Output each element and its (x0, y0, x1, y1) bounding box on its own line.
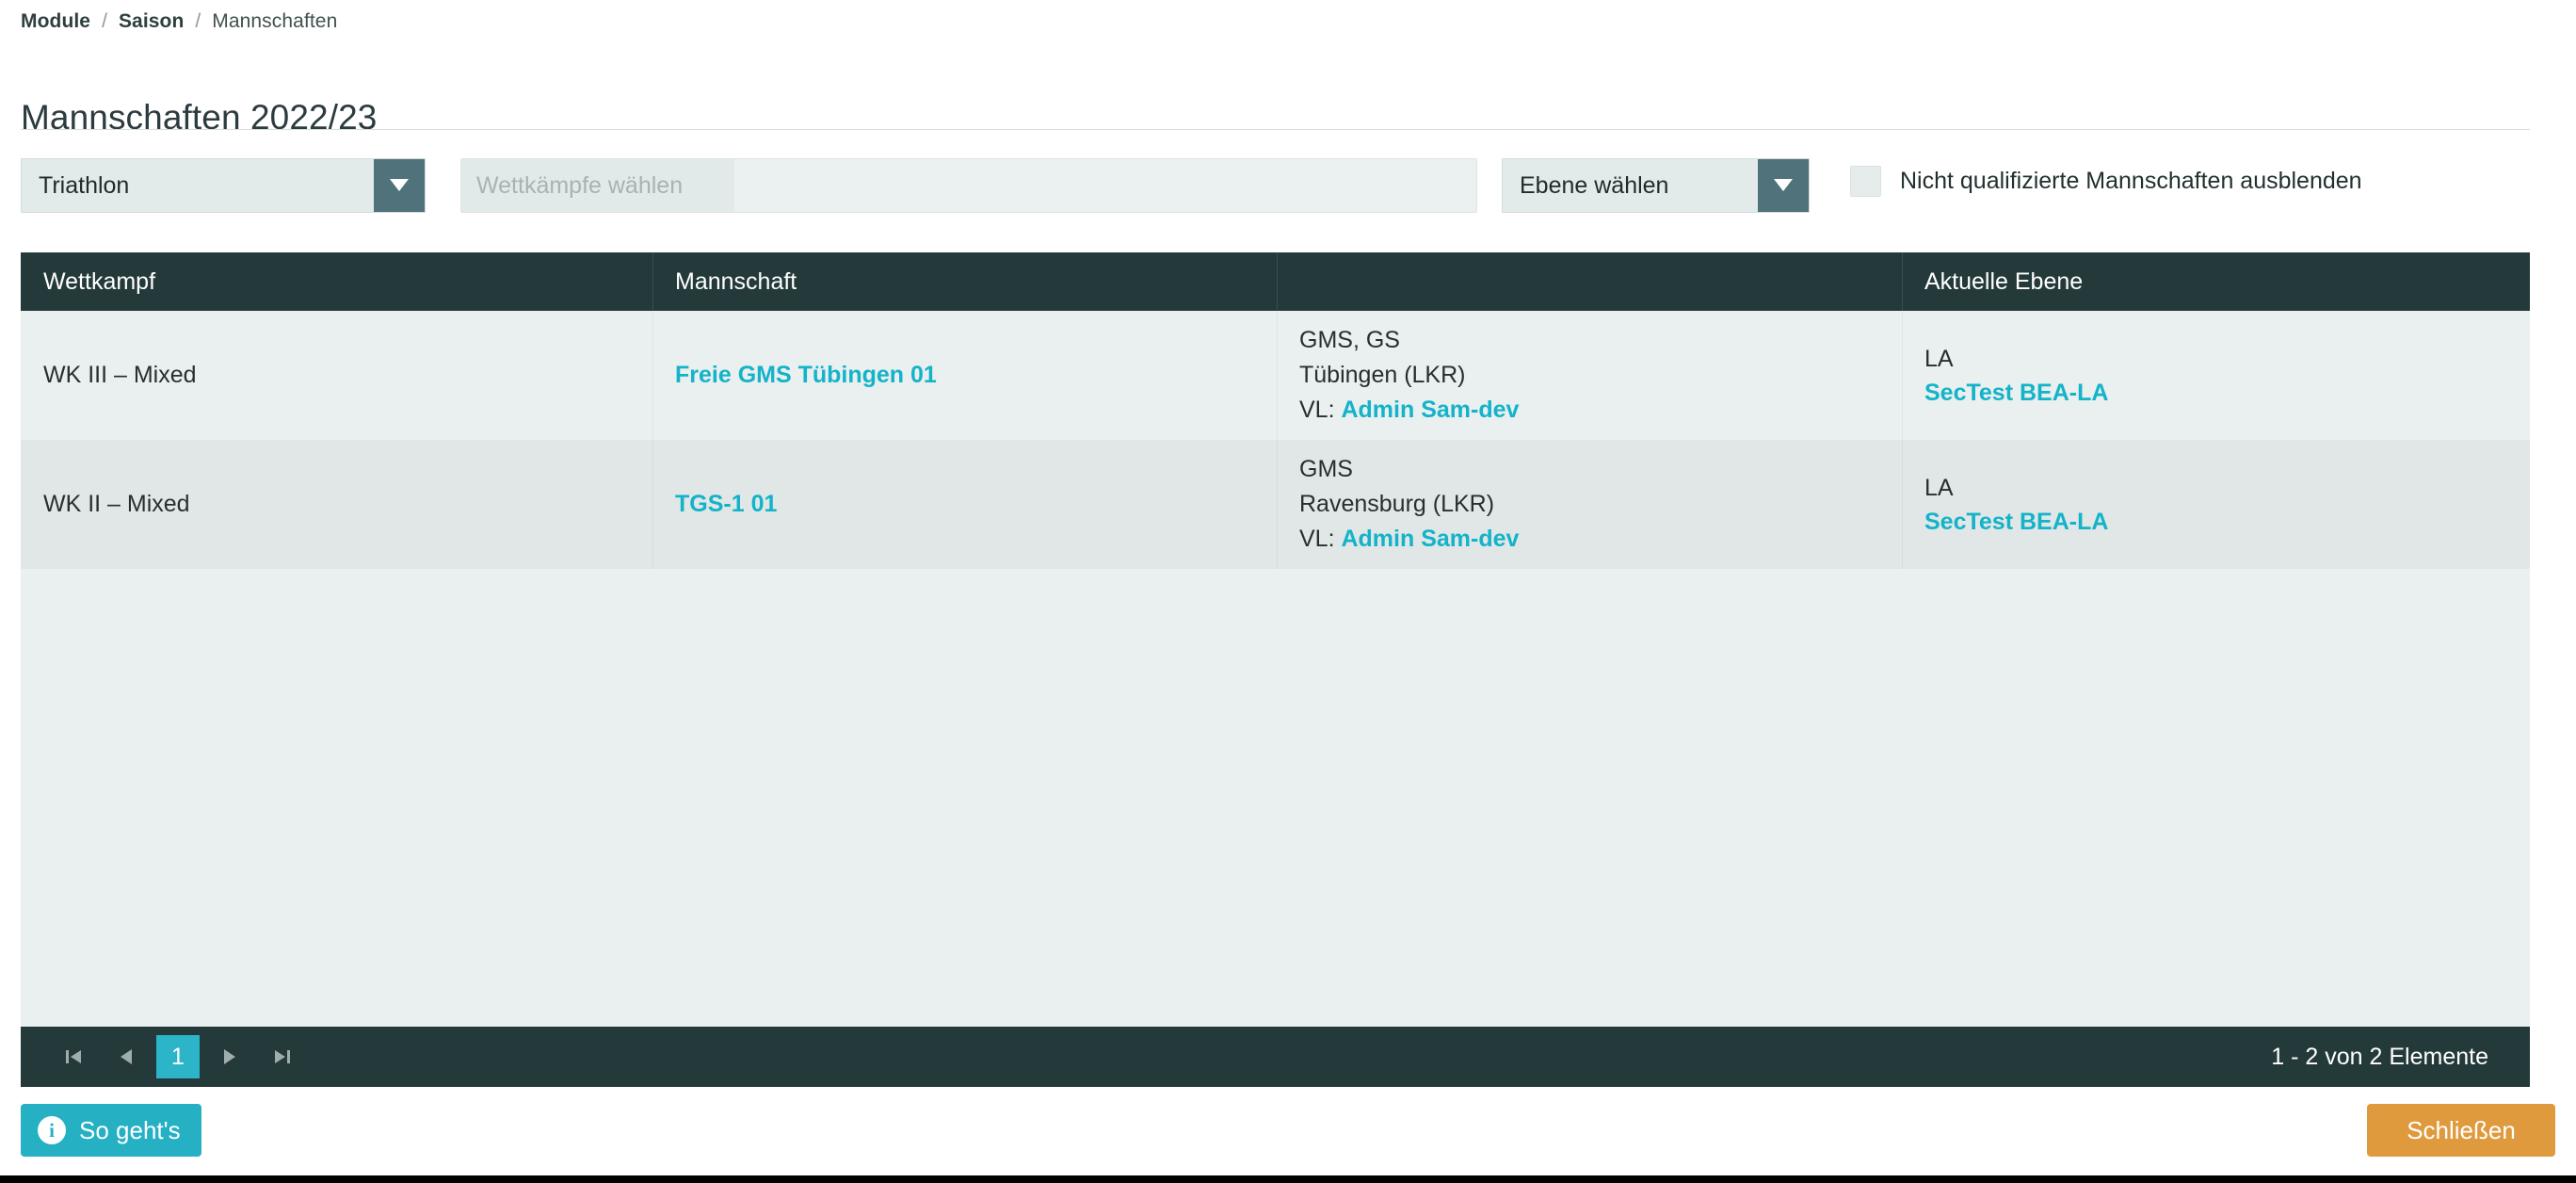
school-types: GMS, GS (1299, 327, 1400, 353)
column-header-mannschaft[interactable]: Mannschaft (652, 252, 1277, 311)
ebene-name-link[interactable]: SecTest BEA-LA (1924, 376, 2517, 410)
cell-school-details: GMS, GS Tübingen (LKR) VL: Admin Sam-dev (1277, 311, 1902, 440)
wettkampf-value: WK II – Mixed (43, 491, 190, 517)
breadcrumb-separator: / (102, 10, 107, 32)
hide-unqualified-filter[interactable]: Nicht qualifizierte Mannschaften ausblen… (1850, 166, 2362, 197)
sport-select[interactable]: Triathlon (21, 158, 426, 213)
hide-unqualified-label: Nicht qualifizierte Mannschaften ausblen… (1900, 168, 2362, 194)
window-bottom-edge (0, 1175, 2576, 1183)
last-page-icon[interactable] (262, 1035, 303, 1078)
filter-bar: Triathlon Wettkämpfe wählen Ebene wählen… (21, 158, 2530, 217)
vl-row: VL: Admin Sam-dev (1299, 393, 1889, 428)
cell-school-details: GMS Ravensburg (LKR) VL: Admin Sam-dev (1277, 440, 1902, 569)
teams-table: Wettkampf Mannschaft Aktuelle Ebene WK I… (21, 252, 2530, 1085)
title-divider (21, 129, 2530, 130)
cell-mannschaft: TGS-1 01 (652, 440, 1277, 569)
vl-name-link[interactable]: Admin Sam-dev (1341, 397, 1519, 423)
how-to-button[interactable]: i So geht's (21, 1104, 201, 1157)
competition-multiselect-placeholder: Wettkämpfe wählen (461, 159, 734, 212)
mannschaft-link[interactable]: Freie GMS Tübingen 01 (675, 362, 1264, 389)
sport-select-value: Triathlon (39, 171, 130, 199)
competition-multiselect-input-area[interactable] (734, 159, 1476, 212)
cell-aktuelle-ebene: LA SecTest BEA-LA (1902, 440, 2530, 569)
cell-aktuelle-ebene: LA SecTest BEA-LA (1902, 311, 2530, 440)
close-button[interactable]: Schließen (2367, 1104, 2555, 1157)
vl-row: VL: Admin Sam-dev (1299, 522, 1889, 557)
breadcrumb: Module / Saison / Mannschaften (21, 9, 337, 34)
pagination-bar: 1 1 - 2 von 2 Elemente (21, 1027, 2530, 1087)
page-title: Mannschaften 2022/23 (21, 97, 378, 137)
hide-unqualified-checkbox[interactable] (1850, 166, 1881, 197)
next-page-icon[interactable] (209, 1035, 250, 1078)
column-header-aktuelle-ebene[interactable]: Aktuelle Ebene (1902, 252, 2530, 311)
pagination-page-1[interactable]: 1 (156, 1035, 200, 1078)
cell-mannschaft: Freie GMS Tübingen 01 (652, 311, 1277, 440)
cell-wettkampf: WK II – Mixed (21, 440, 652, 569)
table-body: WK III – Mixed Freie GMS Tübingen 01 GMS… (21, 311, 2530, 1085)
page-root: Module / Saison / Mannschaften Mannschaf… (0, 0, 2576, 1183)
chevron-down-icon[interactable] (374, 159, 425, 212)
cell-wettkampf: WK III – Mixed (21, 311, 652, 440)
first-page-icon[interactable] (53, 1035, 94, 1078)
how-to-button-label: So geht's (79, 1115, 181, 1144)
table-row[interactable]: WK III – Mixed Freie GMS Tübingen 01 GMS… (21, 311, 2530, 440)
mannschaft-link[interactable]: TGS-1 01 (675, 491, 1264, 518)
table-header-row: Wettkampf Mannschaft Aktuelle Ebene (21, 252, 2530, 311)
wettkampf-value: WK III – Mixed (43, 362, 197, 388)
ebene-code: LA (1924, 474, 1954, 501)
table-row[interactable]: WK II – Mixed TGS-1 01 GMS Ravensburg (L… (21, 440, 2530, 569)
level-select-value: Ebene wählen (1520, 171, 1669, 199)
vl-prefix: VL: (1299, 526, 1335, 552)
vl-name-link[interactable]: Admin Sam-dev (1341, 526, 1519, 552)
breadcrumb-separator: / (195, 10, 201, 32)
competition-multiselect[interactable]: Wettkämpfe wählen (460, 158, 1477, 213)
pagination-controls: 1 (53, 1035, 303, 1078)
ebene-code: LA (1924, 345, 1954, 372)
column-header-details[interactable] (1277, 252, 1902, 311)
breadcrumb-item-module[interactable]: Module (21, 9, 90, 34)
vl-prefix: VL: (1299, 397, 1335, 423)
ebene-name-link[interactable]: SecTest BEA-LA (1924, 505, 2517, 539)
previous-page-icon[interactable] (105, 1035, 147, 1078)
school-location: Ravensburg (LKR) (1299, 491, 1495, 517)
school-types: GMS (1299, 456, 1353, 482)
breadcrumb-item-mannschaften: Mannschaften (212, 10, 338, 32)
info-icon: i (38, 1116, 66, 1144)
chevron-down-icon[interactable] (1758, 159, 1809, 212)
pagination-count-label: 1 - 2 von 2 Elemente (2271, 1043, 2488, 1070)
level-select[interactable]: Ebene wählen (1502, 158, 1810, 213)
school-location: Tübingen (LKR) (1299, 362, 1466, 388)
column-header-wettkampf[interactable]: Wettkampf (21, 252, 652, 311)
breadcrumb-item-saison[interactable]: Saison (119, 9, 184, 34)
table-empty-area (21, 569, 2530, 1085)
